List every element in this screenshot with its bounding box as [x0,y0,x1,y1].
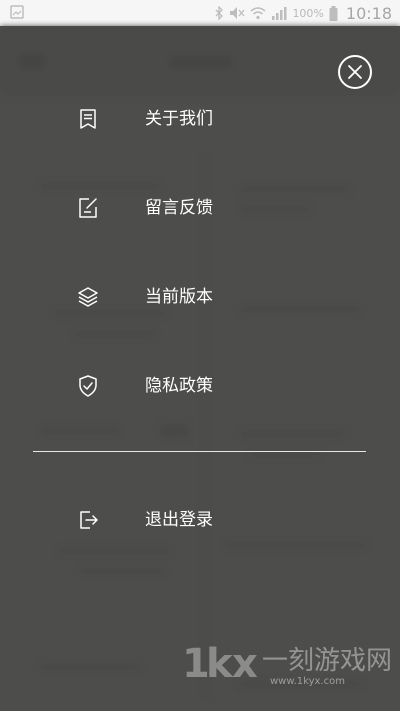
menu-item-feedback[interactable]: 留言反馈 [0,183,400,233]
svg-text:x: x [232,641,258,687]
document-icon [80,109,96,129]
battery-percent: 100% [292,6,324,20]
menu-item-label: 隐私政策 [145,376,213,396]
menu-item-current-version[interactable]: 当前版本 [0,272,400,322]
watermark-text: 一刻游戏网 [262,646,393,676]
watermark-url: www.1kyx.com [270,676,345,687]
status-time: 10:18 [345,3,392,23]
mute-icon [230,7,245,19]
status-icons: 100% 10:18 [215,0,392,26]
shield-check-icon [79,375,97,397]
logout-icon [80,511,98,529]
menu-item-label: 当前版本 [145,287,213,307]
close-icon [348,65,362,79]
wifi-icon [250,6,266,19]
menu-item-privacy-policy[interactable]: 隐私政策 [0,361,400,411]
edit-icon [79,198,97,218]
menu-item-label: 关于我们 [145,109,213,129]
image-notification-icon [10,5,24,19]
signal-icon [272,7,287,20]
layers-icon [78,287,98,307]
menu-item-about-us[interactable]: 关于我们 [0,94,400,144]
menu-item-label: 留言反馈 [145,198,213,218]
logout-label: 退出登录 [145,510,213,530]
close-button[interactable] [338,55,372,89]
logout-button[interactable]: 退出登录 [0,495,400,545]
battery-icon [329,5,338,21]
status-bar: 100% 10:18 [0,0,400,26]
bluetooth-icon [215,6,224,20]
svg-text:k: k [206,641,234,687]
menu-divider [33,451,366,452]
